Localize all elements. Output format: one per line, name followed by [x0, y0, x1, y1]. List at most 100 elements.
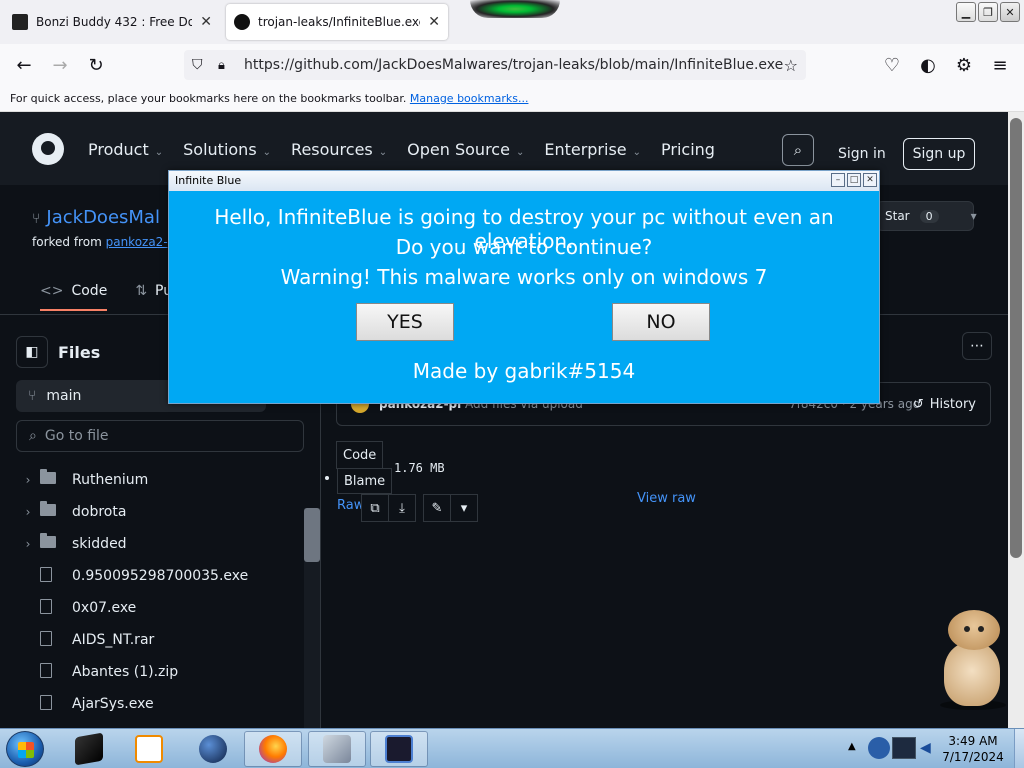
list-item[interactable]: › dobrota: [16, 496, 306, 528]
system-clock[interactable]: 3:49 AM 7/17/2024: [936, 733, 1010, 765]
list-item[interactable]: AjarSys.exe: [16, 688, 306, 720]
taskbar-globe[interactable]: [184, 731, 242, 767]
dialog-title: Infinite Blue: [175, 174, 242, 187]
url-bar[interactable]: ⛉ 🔒︎ https://github.com/JackDoesMalwares…: [184, 50, 806, 80]
github-logo-icon[interactable]: [32, 133, 64, 165]
shield-icon[interactable]: ⛉: [192, 57, 203, 73]
dialog-warning: Warning! This malware works only on wind…: [280, 265, 768, 289]
taskbar-media-player[interactable]: [120, 731, 178, 767]
tab-bonzi-buddy[interactable]: Bonzi Buddy 432 : Free Downlo ✕: [4, 4, 220, 40]
branch-icon: ⑂: [28, 388, 37, 404]
dialog-title-bar[interactable]: Infinite Blue – □ ✕: [169, 171, 879, 191]
list-item[interactable]: 0.950095298700035.exe: [16, 560, 306, 592]
code-icon: <>: [40, 283, 64, 299]
file-icon: [40, 566, 52, 582]
clock-time: 3:49 AM: [948, 734, 998, 748]
taskbar-firefox[interactable]: [244, 731, 302, 767]
back-icon[interactable]: ←: [12, 53, 36, 77]
hamster-buddy[interactable]: [940, 606, 1006, 710]
view-raw-link[interactable]: View raw: [637, 491, 696, 506]
list-item[interactable]: Abantes (1).zip: [16, 656, 306, 688]
file-icon: [40, 662, 52, 678]
restore-icon[interactable]: ❐: [978, 2, 998, 22]
separator-dot: [325, 476, 329, 480]
nav-solutions[interactable]: Solutions ⌄: [183, 140, 271, 159]
browser-nav-bar: ← → ↻ ⛉ 🔒︎ https://github.com/JackDoesMa…: [0, 44, 1024, 86]
forked-from: forked from pankoza2-pl/: [32, 235, 183, 249]
more-options-icon[interactable]: ⋯: [962, 332, 992, 360]
history-icon: ↺: [912, 397, 924, 412]
nav-resources[interactable]: Resources ⌄: [291, 140, 387, 159]
chevron-right-icon: ›: [25, 505, 31, 519]
tab-infiniteblue[interactable]: trojan-leaks/InfiniteBlue.exe at ✕: [226, 4, 448, 40]
file-icon: [40, 598, 52, 614]
clock-date: 7/17/2024: [942, 750, 1004, 764]
download-icon[interactable]: ⤓: [388, 494, 416, 522]
maximize-icon[interactable]: □: [847, 173, 861, 187]
taskbar-bonzi[interactable]: [308, 731, 366, 767]
sidebar-scrollbar-thumb[interactable]: [304, 508, 320, 562]
blame-button[interactable]: Blame: [337, 468, 393, 494]
black-box-icon: [75, 732, 103, 766]
copy-icon[interactable]: ⧉: [361, 494, 389, 522]
close-icon[interactable]: ✕: [200, 14, 212, 30]
tray-expand-icon[interactable]: ▲: [848, 741, 856, 752]
speaker-icon[interactable]: ◀: [920, 740, 931, 756]
nav-product[interactable]: Product ⌄: [88, 140, 163, 159]
dialog-message-line2: Do you want to continue?: [395, 235, 653, 259]
sidebar-collapse-icon[interactable]: ◧: [16, 336, 48, 368]
minimize-icon[interactable]: –: [831, 173, 845, 187]
list-item[interactable]: 0x07.exe: [16, 592, 306, 624]
chevron-down-icon[interactable]: ▾: [450, 494, 478, 522]
chevron-down-icon: ⌄: [632, 147, 642, 158]
sign-in-link[interactable]: Sign in: [838, 146, 886, 162]
installer-icon: [323, 735, 351, 763]
manage-bookmarks-link[interactable]: Manage bookmarks...: [410, 92, 529, 105]
close-window-icon[interactable]: ✕: [1000, 2, 1020, 22]
taskbar-app-box[interactable]: [60, 731, 118, 767]
dialog-credit: Made by gabrik#5154: [412, 359, 636, 383]
extensions-icon[interactable]: ⚙: [952, 53, 976, 77]
sign-up-button[interactable]: Sign up: [903, 138, 975, 170]
buddy-eye: [978, 626, 984, 632]
list-item[interactable]: › Ruthenium: [16, 464, 306, 496]
chevron-right-icon: ›: [25, 473, 31, 487]
close-icon[interactable]: ✕: [428, 14, 440, 30]
history-button[interactable]: ↺ History: [913, 397, 976, 412]
reload-icon[interactable]: ↻: [84, 53, 108, 77]
network-icon[interactable]: [868, 737, 890, 759]
nav-open-source[interactable]: Open Source ⌄: [407, 140, 524, 159]
menu-icon[interactable]: ≡: [988, 53, 1012, 77]
pocket-icon[interactable]: ♡: [880, 53, 904, 77]
nav-pricing[interactable]: Pricing: [661, 140, 715, 159]
chevron-down-icon: ⌄: [262, 147, 272, 158]
edit-pencil-icon[interactable]: ✎: [423, 494, 451, 522]
account-icon[interactable]: ◐: [916, 53, 940, 77]
taskbar-infiniteblue[interactable]: [370, 731, 428, 767]
start-button-icon[interactable]: [6, 731, 44, 767]
files-header: ◧ Files: [16, 336, 100, 368]
minimize-icon[interactable]: ▁: [956, 2, 976, 22]
lock-icon[interactable]: 🔒︎: [218, 58, 225, 73]
window-controls: ▁ ❐ ✕: [956, 2, 1020, 22]
code-view-button[interactable]: Code: [336, 441, 384, 469]
nav-enterprise[interactable]: Enterprise ⌄: [544, 140, 641, 159]
tab-code[interactable]: <> Code: [40, 283, 108, 311]
yes-button[interactable]: YES: [356, 303, 454, 341]
dialog-controls: – □ ✕: [831, 173, 877, 187]
search-icon[interactable]: ⌕: [782, 134, 814, 166]
forward-icon[interactable]: →: [48, 53, 72, 77]
repo-owner-link[interactable]: ⑂ JackDoesMal: [32, 207, 160, 228]
star-bookmark-icon[interactable]: ☆: [784, 56, 798, 75]
close-icon[interactable]: ✕: [863, 173, 877, 187]
star-button[interactable]: Star 0 ▾: [876, 201, 977, 231]
go-to-file-input[interactable]: ⌕ Go to file: [16, 420, 304, 452]
no-button[interactable]: NO: [612, 303, 710, 341]
list-item[interactable]: › skidded: [16, 528, 306, 560]
fork-icon: ⑂: [32, 211, 41, 227]
list-item[interactable]: AIDS_NT.rar: [16, 624, 306, 656]
chevron-down-icon[interactable]: ▾: [971, 209, 977, 223]
show-desktop-button[interactable]: [1014, 729, 1024, 768]
buddy-tray-icon[interactable]: [892, 737, 916, 759]
page-scrollbar-thumb[interactable]: [1010, 118, 1022, 558]
